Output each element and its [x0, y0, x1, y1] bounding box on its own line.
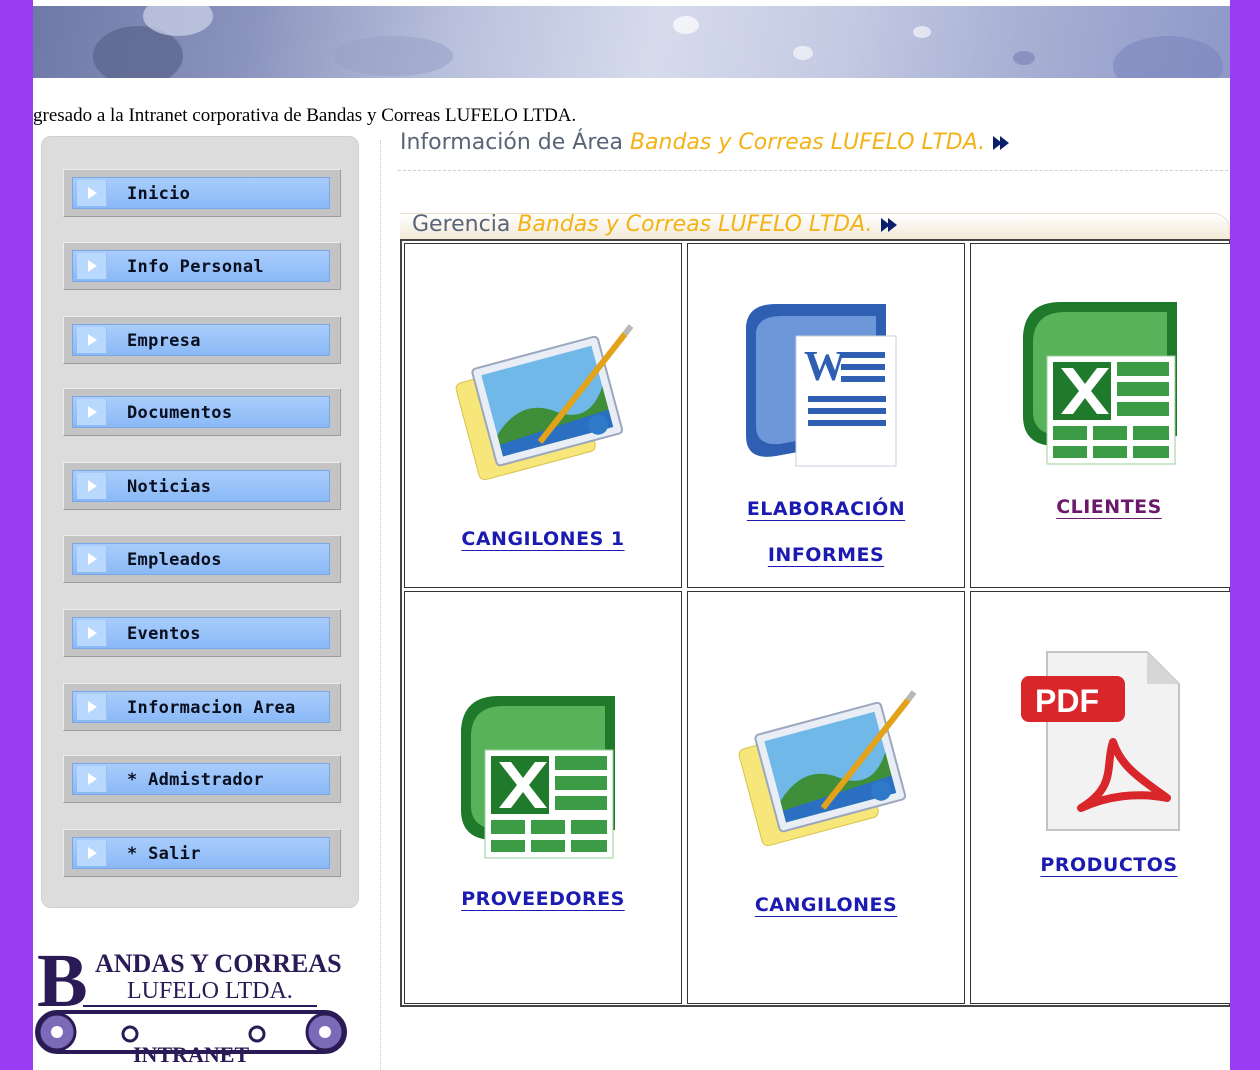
play-arrow-icon — [88, 847, 97, 859]
area-title-brand: Bandas y Correas LUFELO LTDA. — [629, 130, 986, 155]
document-cell-productos[interactable]: PDF PRODUCTOS — [970, 591, 1230, 1004]
play-arrow-icon — [88, 187, 97, 199]
section-title: Gerencia — [412, 212, 511, 237]
sidebar-item-inicio[interactable]: Inicio — [63, 169, 341, 217]
sidebar-item-label: * Admistrador — [127, 770, 264, 790]
sidebar-item-noticias[interactable]: Noticias — [63, 462, 341, 510]
document-link[interactable]: CLIENTES — [971, 484, 1230, 530]
sidebar-item-empleados[interactable]: Empleados — [63, 535, 341, 583]
play-arrow-icon — [88, 553, 97, 565]
page: gresado a la Intranet corporativa de Ban… — [33, 0, 1230, 1070]
document-link[interactable]: PRODUCTOS — [971, 842, 1230, 888]
sidebar-item-label: Inicio — [127, 184, 191, 204]
document-cell-clientes[interactable]: CLIENTES — [970, 243, 1230, 588]
sidebar-item-empresa[interactable]: Empresa — [63, 316, 341, 364]
area-title: Información de Área Bandas y Correas LUF… — [400, 130, 1015, 155]
document-cell-cangilones[interactable]: CANGILONES — [687, 591, 965, 1004]
play-arrow-icon — [88, 260, 97, 272]
sidebar-item-label: Info Personal — [127, 257, 264, 277]
sidebar-item-label: Noticias — [127, 477, 212, 497]
svg-text:LUFELO LTDA.: LUFELO LTDA. — [127, 978, 293, 1004]
sidebar-item-administrador[interactable]: * Admistrador — [63, 755, 341, 803]
sidebar-item-informacion-area[interactable]: Informacion Area — [63, 683, 341, 731]
word-document-icon[interactable]: W — [736, 296, 906, 476]
welcome-message: gresado a la Intranet corporativa de Ban… — [33, 105, 577, 126]
header-banner-image — [33, 6, 1230, 78]
double-chevron-icon — [880, 218, 903, 232]
document-link-line2[interactable]: INFORMES — [688, 532, 964, 578]
sidebar-item-documentos[interactable]: Documentos — [63, 388, 341, 436]
documents-grid: CANGILONES 1 W ELABORACIÓN INFORMES CLIE… — [400, 239, 1230, 1007]
excel-spreadsheet-icon[interactable] — [455, 690, 625, 865]
sidebar-item-salir[interactable]: * Salir — [63, 829, 341, 877]
svg-text:PDF: PDF — [1035, 683, 1099, 719]
svg-text:ANDAS Y CORREAS: ANDAS Y CORREAS — [95, 949, 342, 978]
document-link-line1[interactable]: ELABORACIÓN — [688, 486, 964, 532]
document-cell-elaboracion-informes[interactable]: W ELABORACIÓN INFORMES — [687, 243, 965, 588]
svg-text:W: W — [804, 344, 846, 390]
column-divider — [380, 140, 381, 1070]
sidebar-item-info-personal[interactable]: Info Personal — [63, 242, 341, 290]
sidebar-item-label: Empresa — [127, 331, 201, 351]
play-arrow-icon — [88, 406, 97, 418]
section-brand: Bandas y Correas LUFELO LTDA. — [517, 212, 873, 237]
play-arrow-icon — [88, 627, 97, 639]
pdf-document-icon[interactable]: PDF — [1017, 646, 1187, 836]
play-arrow-icon — [88, 480, 97, 492]
sidebar-item-label: * Salir — [127, 844, 201, 864]
play-arrow-icon — [88, 773, 97, 785]
play-arrow-icon — [88, 334, 97, 346]
image-editor-icon[interactable] — [445, 322, 645, 492]
svg-text:INTRANET: INTRANET — [133, 1042, 249, 1067]
sidebar-item-label: Documentos — [127, 403, 233, 423]
document-cell-proveedores[interactable]: PROVEEDORES — [404, 591, 682, 1004]
document-cell-cangilones-1[interactable]: CANGILONES 1 — [404, 243, 682, 588]
company-logo: B ANDAS Y CORREAS LUFELO LTDA. INTRANET — [35, 944, 347, 1067]
sidebar-item-label: Eventos — [127, 624, 201, 644]
sidebar-item-label: Empleados — [127, 550, 222, 570]
area-title-text: Información de Área — [400, 130, 623, 155]
image-editor-icon[interactable] — [728, 688, 928, 858]
sidebar-item-eventos[interactable]: Eventos — [63, 609, 341, 657]
play-arrow-icon — [88, 701, 97, 713]
sidebar-nav: Inicio Info Personal Empresa Documentos … — [41, 136, 359, 908]
sidebar-item-label: Informacion Area — [127, 698, 296, 718]
document-link[interactable]: CANGILONES 1 — [405, 516, 681, 562]
section-divider — [398, 170, 1228, 171]
document-link[interactable]: PROVEEDORES — [405, 876, 681, 922]
double-chevron-icon — [993, 136, 1015, 150]
document-link[interactable]: CANGILONES — [688, 882, 964, 928]
excel-spreadsheet-icon[interactable] — [1017, 296, 1187, 471]
section-header: Gerencia Bandas y Correas LUFELO LTDA. — [400, 212, 1230, 239]
